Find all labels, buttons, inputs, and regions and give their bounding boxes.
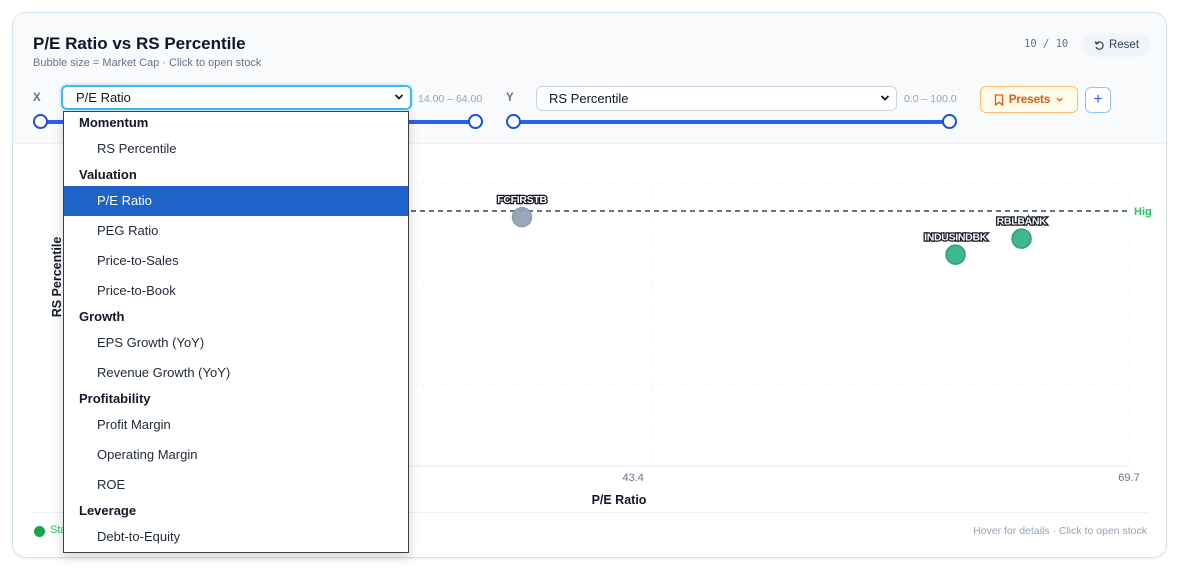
dropdown-option[interactable]: Price-to-Book [64, 276, 408, 306]
x-axis-label: P/E Ratio [592, 493, 647, 507]
x-metric-dropdown: Momentum RS Percentile Valuation P/E Ratio P… [63, 111, 409, 553]
y-range-min-handle[interactable] [506, 114, 521, 129]
dropdown-option[interactable]: Operating Margin [64, 440, 408, 470]
dropdown-option[interactable]: ROE [64, 470, 408, 500]
bookmark-icon [994, 93, 1003, 106]
dropdown-option[interactable]: Profit Margin [64, 410, 408, 440]
reset-button[interactable]: Reset [1083, 33, 1150, 57]
bubble[interactable] [1011, 228, 1032, 249]
dropdown-option[interactable]: Debt-to-Equity [64, 522, 408, 552]
dropdown-group-header: Valuation [79, 167, 137, 182]
stock-count: 10 / 10 [1024, 38, 1069, 50]
add-preset-button[interactable]: + [1085, 87, 1111, 113]
plus-icon: + [1093, 91, 1103, 108]
point-label: RBLBANK [997, 216, 1048, 228]
data-points: FCFIRSTB INDUSINDBK RBLBANK [496, 193, 1049, 265]
legend-dot [34, 526, 45, 537]
point-label: FCFIRSTB [497, 194, 547, 206]
presets-button[interactable]: Presets [980, 86, 1078, 113]
chevron-down-icon [880, 94, 890, 101]
footer-hint: Hover for details · Click to open stock [973, 525, 1147, 537]
bubble[interactable] [945, 244, 966, 265]
presets-label: Presets [1008, 93, 1051, 106]
chart-subtitle: Bubble size = Market Cap · Click to open… [33, 57, 262, 69]
dropdown-option[interactable]: Price-to-Sales [64, 246, 408, 276]
y-range-track [513, 120, 950, 124]
x-metric-value: P/E Ratio [76, 90, 131, 105]
y-range-max-handle[interactable] [942, 114, 957, 129]
dropdown-group-header: Leverage [79, 503, 137, 518]
x-range-max-handle[interactable] [468, 114, 483, 129]
y-axis-label: RS Percentile [50, 237, 64, 318]
y-range-text: 0.0 – 100.0 [904, 93, 957, 105]
x-axis-tag: X [33, 92, 41, 104]
data-point[interactable]: INDUSINDBK [923, 230, 989, 265]
dropdown-group-header: Profitability [79, 391, 151, 406]
x-tick-label: 69.7 [1118, 472, 1139, 484]
y-axis-tag: Y [506, 92, 514, 104]
dropdown-option[interactable]: PEG Ratio [64, 216, 408, 246]
chart-title: P/E Ratio vs RS Percentile [33, 34, 246, 53]
x-range-min-handle[interactable] [33, 114, 48, 129]
y-metric-value: RS Percentile [549, 91, 629, 106]
chevron-down-icon [1056, 97, 1063, 102]
dropdown-group-header: Growth [79, 309, 125, 324]
reference-line-label: Hig [1134, 206, 1152, 218]
point-label: INDUSINDBK [924, 232, 988, 244]
chevron-down-icon [394, 93, 404, 100]
dropdown-option[interactable]: Revenue Growth (YoY) [64, 358, 408, 388]
reset-icon [1094, 40, 1104, 50]
dropdown-option[interactable]: EPS Growth (YoY) [64, 328, 408, 358]
dropdown-group-header: Momentum [79, 115, 149, 130]
reset-label: Reset [1108, 39, 1140, 51]
data-point[interactable]: RBLBANK [995, 214, 1049, 249]
y-metric-select[interactable]: RS Percentile [536, 86, 897, 111]
bubble[interactable] [511, 206, 533, 228]
dropdown-option[interactable]: RS Percentile [64, 134, 408, 164]
x-metric-select[interactable]: P/E Ratio [61, 85, 412, 110]
x-axis-ticks: 43.4 69.7 [623, 472, 1140, 484]
dropdown-option[interactable]: P/E Ratio [64, 186, 408, 216]
x-tick-label: 43.4 [623, 472, 644, 484]
x-range-text: 14.00 – 64.00 [418, 93, 483, 105]
